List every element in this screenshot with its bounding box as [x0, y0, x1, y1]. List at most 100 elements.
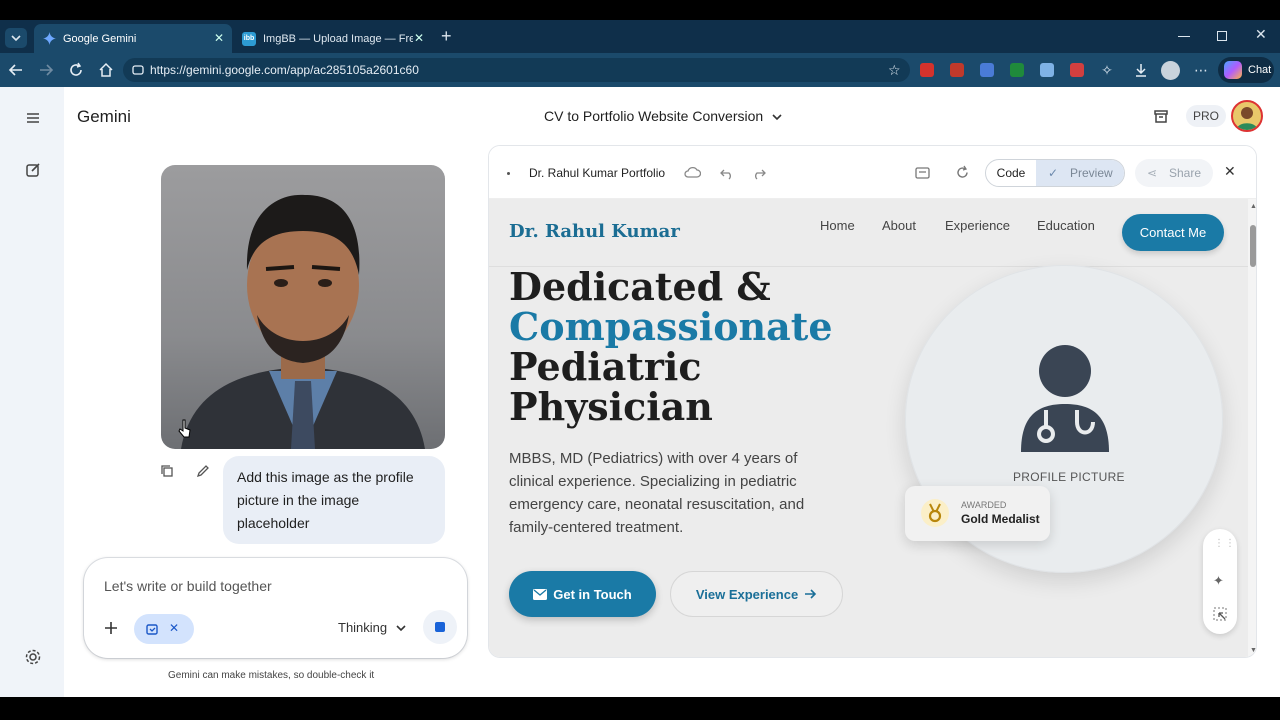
drag-handle-icon[interactable]: ⋮⋮ — [1214, 539, 1236, 549]
home-icon[interactable] — [98, 62, 114, 78]
profile-avatar-icon[interactable] — [1161, 61, 1180, 80]
downloads-icon[interactable] — [1133, 62, 1149, 78]
get-in-touch-button[interactable]: Get in Touch — [509, 571, 656, 617]
hero-description: MBBS, MD (Pediatrics) with over 4 years … — [509, 450, 805, 536]
copy-icon[interactable] — [160, 464, 174, 478]
redo-icon[interactable] — [752, 166, 766, 180]
award-kicker: AWARDED — [961, 500, 1007, 510]
canvas-icon — [145, 622, 160, 637]
contact-me-button[interactable]: Contact Me — [1122, 214, 1224, 251]
close-window-icon[interactable]: ✕ — [1255, 26, 1267, 43]
close-tab-icon[interactable]: ✕ — [414, 32, 424, 44]
copilot-icon — [1224, 61, 1242, 79]
adblock-extension-icon[interactable] — [920, 63, 934, 77]
gmail-extension-icon[interactable] — [950, 63, 964, 77]
uploaded-profile-photo[interactable] — [161, 165, 445, 449]
doctor-avatar-icon — [1017, 344, 1113, 454]
award-title: Gold Medalist — [961, 512, 1040, 526]
close-canvas-icon[interactable]: ✕ — [1224, 163, 1236, 180]
remove-chip-icon[interactable]: ✕ — [169, 621, 179, 635]
nav-experience[interactable]: Experience — [945, 218, 1010, 233]
reload-icon[interactable] — [68, 62, 84, 78]
scroll-down-icon[interactable]: ▼ — [1250, 647, 1256, 654]
site-info-icon[interactable] — [131, 63, 145, 77]
archive-icon[interactable] — [1152, 107, 1170, 125]
settings-icon[interactable] — [22, 646, 44, 668]
main-menu-icon[interactable] — [22, 107, 44, 129]
view-experience-button[interactable]: View Experience — [670, 571, 843, 617]
scrollbar-thumb[interactable] — [1250, 225, 1256, 267]
website-preview: Dr. Rahul Kumar Home About Experience Ed… — [489, 199, 1248, 657]
back-icon[interactable] — [8, 62, 24, 78]
envelope-icon — [533, 588, 548, 600]
favorite-star-icon[interactable]: ☆ — [888, 62, 901, 79]
preview-tab[interactable]: ✓ Preview — [1036, 160, 1124, 186]
mode-chevron-down-icon[interactable] — [395, 622, 407, 634]
prompt-composer: Let's write or build together ✕ Thinking — [84, 558, 467, 658]
screen: Google Gemini ✕ ibb ImgBB — Upload Image… — [0, 0, 1280, 720]
medal-icon — [921, 499, 949, 527]
refresh-preview-icon[interactable] — [955, 165, 970, 180]
address-bar[interactable]: https://gemini.google.com/app/ac285105a2… — [123, 58, 910, 82]
select-element-icon[interactable] — [1213, 607, 1227, 621]
extension-calendar-icon[interactable] — [1070, 63, 1084, 77]
nav-education[interactable]: Education — [1037, 218, 1095, 233]
forward-icon[interactable] — [38, 62, 54, 78]
copilot-chat-button[interactable]: Chat — [1218, 57, 1274, 83]
chat-label: Chat — [1248, 64, 1272, 76]
browser-toolbar: https://gemini.google.com/app/ac285105a2… — [0, 53, 1280, 87]
minimize-window-icon[interactable] — [1178, 36, 1190, 37]
share-icon: ⋖ — [1147, 166, 1158, 180]
tab-title: Google Gemini — [63, 32, 137, 45]
preview-scrollbar[interactable]: ▲ ▼ — [1248, 199, 1256, 657]
code-tab[interactable]: Code — [986, 160, 1036, 186]
conversation-title[interactable]: CV to Portfolio Website Conversion — [544, 108, 763, 124]
extension-icon[interactable] — [980, 63, 994, 77]
user-avatar[interactable] — [1231, 100, 1263, 132]
tab-google-gemini[interactable]: Google Gemini ✕ — [34, 24, 232, 53]
edit-pencil-icon[interactable] — [196, 464, 210, 478]
tab-list-dropdown-icon[interactable] — [5, 28, 27, 48]
app-title: Gemini — [77, 107, 131, 126]
bullet-dot-icon — [507, 172, 510, 175]
site-navbar: Dr. Rahul Kumar Home About Experience Ed… — [489, 199, 1248, 267]
nav-about[interactable]: About — [882, 218, 916, 233]
ai-edit-sparkle-icon[interactable]: ✦ — [1213, 573, 1224, 589]
new-tab-icon[interactable]: + — [441, 26, 452, 47]
screen-bottom-bar — [0, 697, 1280, 720]
tab-imgbb[interactable]: ibb ImgBB — Upload Image — Free In ✕ — [234, 24, 432, 53]
url-text: https://gemini.google.com/app/ac285105a2… — [150, 63, 419, 77]
plan-badge: PRO — [1186, 105, 1226, 127]
undo-icon[interactable] — [720, 166, 734, 180]
canvas-tool-chip[interactable]: ✕ — [134, 614, 194, 644]
extensions-puzzle-icon[interactable]: ✧ — [1099, 62, 1115, 78]
browser-tab-bar: Google Gemini ✕ ibb ImgBB — Upload Image… — [0, 20, 1280, 53]
hero-line-1: Dedicated & — [509, 264, 771, 309]
arrow-right-icon — [804, 588, 817, 600]
chevron-down-icon[interactable] — [771, 111, 783, 123]
gemini-favicon-icon — [42, 32, 56, 46]
close-tab-icon[interactable]: ✕ — [214, 32, 224, 44]
gemini-page: Gemini CV to Portfolio Website Conversio… — [0, 87, 1280, 697]
disclaimer-text: Gemini can make mistakes, so double-chec… — [168, 670, 375, 681]
restore-window-icon[interactable] — [1217, 31, 1227, 41]
stop-generating-button[interactable] — [423, 610, 457, 644]
hero-line-4: Physician — [509, 384, 713, 429]
mouse-cursor — [178, 419, 192, 439]
get-in-touch-label: Get in Touch — [553, 586, 632, 602]
extension-doc-icon[interactable] — [1040, 63, 1054, 77]
model-mode-label[interactable]: Thinking — [338, 620, 387, 635]
add-attachment-icon[interactable] — [103, 620, 119, 636]
scroll-up-icon[interactable]: ▲ — [1250, 203, 1256, 210]
floating-edit-tools: ⋮⋮ ✦ — [1203, 529, 1237, 634]
more-menu-icon[interactable]: ⋯ — [1193, 62, 1209, 78]
share-button[interactable]: ⋖ Share — [1135, 159, 1213, 187]
site-brand[interactable]: Dr. Rahul Kumar — [509, 221, 680, 242]
prompt-input[interactable]: Let's write or build together — [104, 578, 272, 594]
new-chat-icon[interactable] — [22, 159, 44, 181]
nav-home[interactable]: Home — [820, 218, 855, 233]
console-icon[interactable] — [915, 166, 930, 180]
extension-green-icon[interactable] — [1010, 63, 1024, 77]
code-preview-toggle: Code ✓ Preview — [985, 159, 1125, 187]
hero-heading: Dedicated & Compassionate Pediatric Phys… — [509, 267, 833, 427]
